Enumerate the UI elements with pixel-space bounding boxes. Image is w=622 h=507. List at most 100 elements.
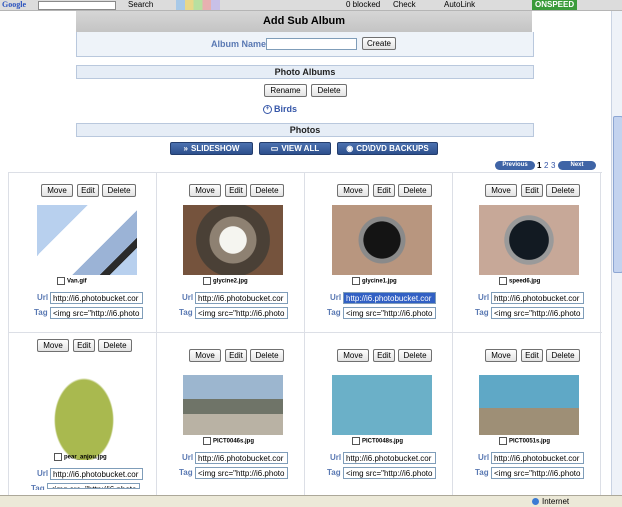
photo-thumbnail[interactable]: [332, 375, 432, 435]
move-button[interactable]: Move: [485, 349, 517, 362]
url-field[interactable]: http://i6.photobucket.cor: [50, 468, 143, 480]
fast-forward-icon: »: [183, 144, 188, 153]
google-logo: Google: [2, 0, 26, 9]
rename-album-button[interactable]: Rename: [264, 84, 307, 97]
select-checkbox[interactable]: [352, 277, 360, 285]
photo-select[interactable]: pear_anjou.jpg: [54, 453, 107, 462]
photo-thumbnail[interactable]: [479, 205, 579, 275]
tag-field[interactable]: <img src="http://i6.photo: [47, 483, 140, 489]
tag-field[interactable]: <img src="http://i6.photo: [343, 307, 436, 319]
spell-check-button[interactable]: Check: [393, 0, 416, 10]
url-field[interactable]: http://i6.photobucket.cor: [50, 292, 143, 304]
select-checkbox[interactable]: [352, 437, 360, 445]
delete-button[interactable]: Delete: [398, 349, 432, 362]
album-name-input[interactable]: [266, 38, 357, 50]
photo-select[interactable]: PICT0048s.jpg: [352, 437, 403, 446]
create-button[interactable]: Create: [362, 37, 396, 50]
google-toolbar: Google Search 0 blocked Check AutoLink O…: [0, 0, 622, 11]
page-2-link[interactable]: 2: [544, 161, 548, 170]
move-button[interactable]: Move: [485, 184, 517, 197]
tag-field[interactable]: <img src="http://i6.photo: [195, 467, 288, 479]
photo-thumbnail[interactable]: [479, 375, 579, 435]
page-3-link[interactable]: 3: [551, 161, 555, 170]
photo-thumbnail[interactable]: [183, 375, 283, 435]
delete-button[interactable]: Delete: [98, 339, 132, 352]
vertical-scrollbar[interactable]: [611, 11, 622, 495]
url-field[interactable]: http://i6.photobucket.cor: [195, 292, 288, 304]
photo-albums-header: Photo Albums: [76, 65, 534, 79]
url-field[interactable]: http://i6.photobucket.cor: [491, 452, 584, 464]
delete-button[interactable]: Delete: [250, 349, 284, 362]
edit-button[interactable]: Edit: [77, 184, 99, 197]
photo-select[interactable]: speed6.jpg: [499, 277, 540, 286]
tag-field[interactable]: <img src="http://i6.photo: [195, 307, 288, 319]
tag-label: Tag: [475, 468, 489, 477]
move-button[interactable]: Move: [337, 349, 369, 362]
edit-button[interactable]: Edit: [521, 349, 543, 362]
url-field[interactable]: http://i6.photobucket.cor: [343, 292, 436, 304]
edit-button[interactable]: Edit: [73, 339, 95, 352]
view-all-button[interactable]: ▭ VIEW ALL: [259, 142, 331, 155]
slideshow-button[interactable]: » SLIDESHOW: [170, 142, 253, 155]
scrollbar-thumb[interactable]: [613, 116, 622, 273]
select-checkbox[interactable]: [499, 277, 507, 285]
tag-field[interactable]: <img src="http://i6.photo: [491, 467, 584, 479]
file-name: Van.gif: [67, 278, 87, 285]
tag-field[interactable]: <img src="http://i6.photo: [343, 467, 436, 479]
previous-page-button[interactable]: Previous: [495, 161, 535, 170]
delete-button[interactable]: Delete: [398, 184, 432, 197]
photo-thumbnail[interactable]: [183, 205, 283, 275]
edit-button[interactable]: Edit: [225, 349, 247, 362]
delete-button[interactable]: Delete: [250, 184, 284, 197]
edit-button[interactable]: Edit: [521, 184, 543, 197]
move-button[interactable]: Move: [41, 184, 73, 197]
photo-thumbnail[interactable]: [37, 205, 137, 275]
photo-card: Move Edit Delete pear_anjou.jpg Url http://i6…: [12, 335, 157, 495]
toolbar-search-button[interactable]: Search: [128, 0, 153, 10]
album-name: Birds: [274, 104, 298, 114]
url-field[interactable]: http://i6.photobucket.cor: [195, 452, 288, 464]
move-button[interactable]: Move: [189, 184, 221, 197]
move-button[interactable]: Move: [37, 339, 69, 352]
popup-blocker-count[interactable]: 0 blocked: [346, 0, 380, 10]
delete-button[interactable]: Delete: [546, 349, 580, 362]
select-checkbox[interactable]: [54, 453, 62, 461]
slideshow-label: SLIDESHOW: [191, 144, 240, 153]
onspeed-button[interactable]: ONSPEED: [532, 0, 578, 10]
url-field[interactable]: http://i6.photobucket.cor: [343, 452, 436, 464]
album-link-birds[interactable]: + Birds: [263, 104, 298, 115]
file-name: glycine2.jpg: [213, 278, 248, 285]
tag-label: Tag: [327, 468, 341, 477]
edit-button[interactable]: Edit: [225, 184, 247, 197]
folder-icon: ▭: [270, 144, 279, 153]
select-checkbox[interactable]: [499, 437, 507, 445]
select-checkbox[interactable]: [57, 277, 65, 285]
select-checkbox[interactable]: [203, 437, 211, 445]
tag-field[interactable]: <img src="http://i6.photo: [50, 307, 143, 319]
photo-select[interactable]: glycine1.jpg: [352, 277, 397, 286]
delete-button[interactable]: Delete: [102, 184, 136, 197]
edit-button[interactable]: Edit: [373, 184, 395, 197]
select-checkbox[interactable]: [203, 277, 211, 285]
toolbar-search-input[interactable]: [38, 1, 116, 10]
move-button[interactable]: Move: [337, 184, 369, 197]
photo-select[interactable]: PICT0046s.jpg: [203, 437, 254, 446]
photo-thumbnail[interactable]: [332, 205, 432, 275]
photo-select[interactable]: PICT0051s.jpg: [499, 437, 550, 446]
move-button[interactable]: Move: [189, 349, 221, 362]
url-label: Url: [478, 293, 490, 302]
autolink-button[interactable]: AutoLink: [444, 0, 475, 10]
tag-field[interactable]: <img src="http://i6.photo: [491, 307, 584, 319]
delete-album-button[interactable]: Delete: [311, 84, 347, 97]
cd-dvd-backups-button[interactable]: ◉ CD\DVD BACKUPS: [337, 142, 438, 155]
photo-select[interactable]: Van.gif: [57, 277, 87, 286]
photo-select[interactable]: glycine2.jpg: [203, 277, 248, 286]
url-label: Url: [330, 453, 342, 462]
next-page-button[interactable]: Next: [558, 161, 596, 170]
page-1-link[interactable]: 1: [537, 161, 541, 170]
delete-button[interactable]: Delete: [546, 184, 580, 197]
tag-label: Tag: [34, 308, 48, 317]
photo-thumbnail[interactable]: [34, 360, 134, 460]
edit-button[interactable]: Edit: [373, 349, 395, 362]
url-field[interactable]: http://i6.photobucket.cor: [491, 292, 584, 304]
